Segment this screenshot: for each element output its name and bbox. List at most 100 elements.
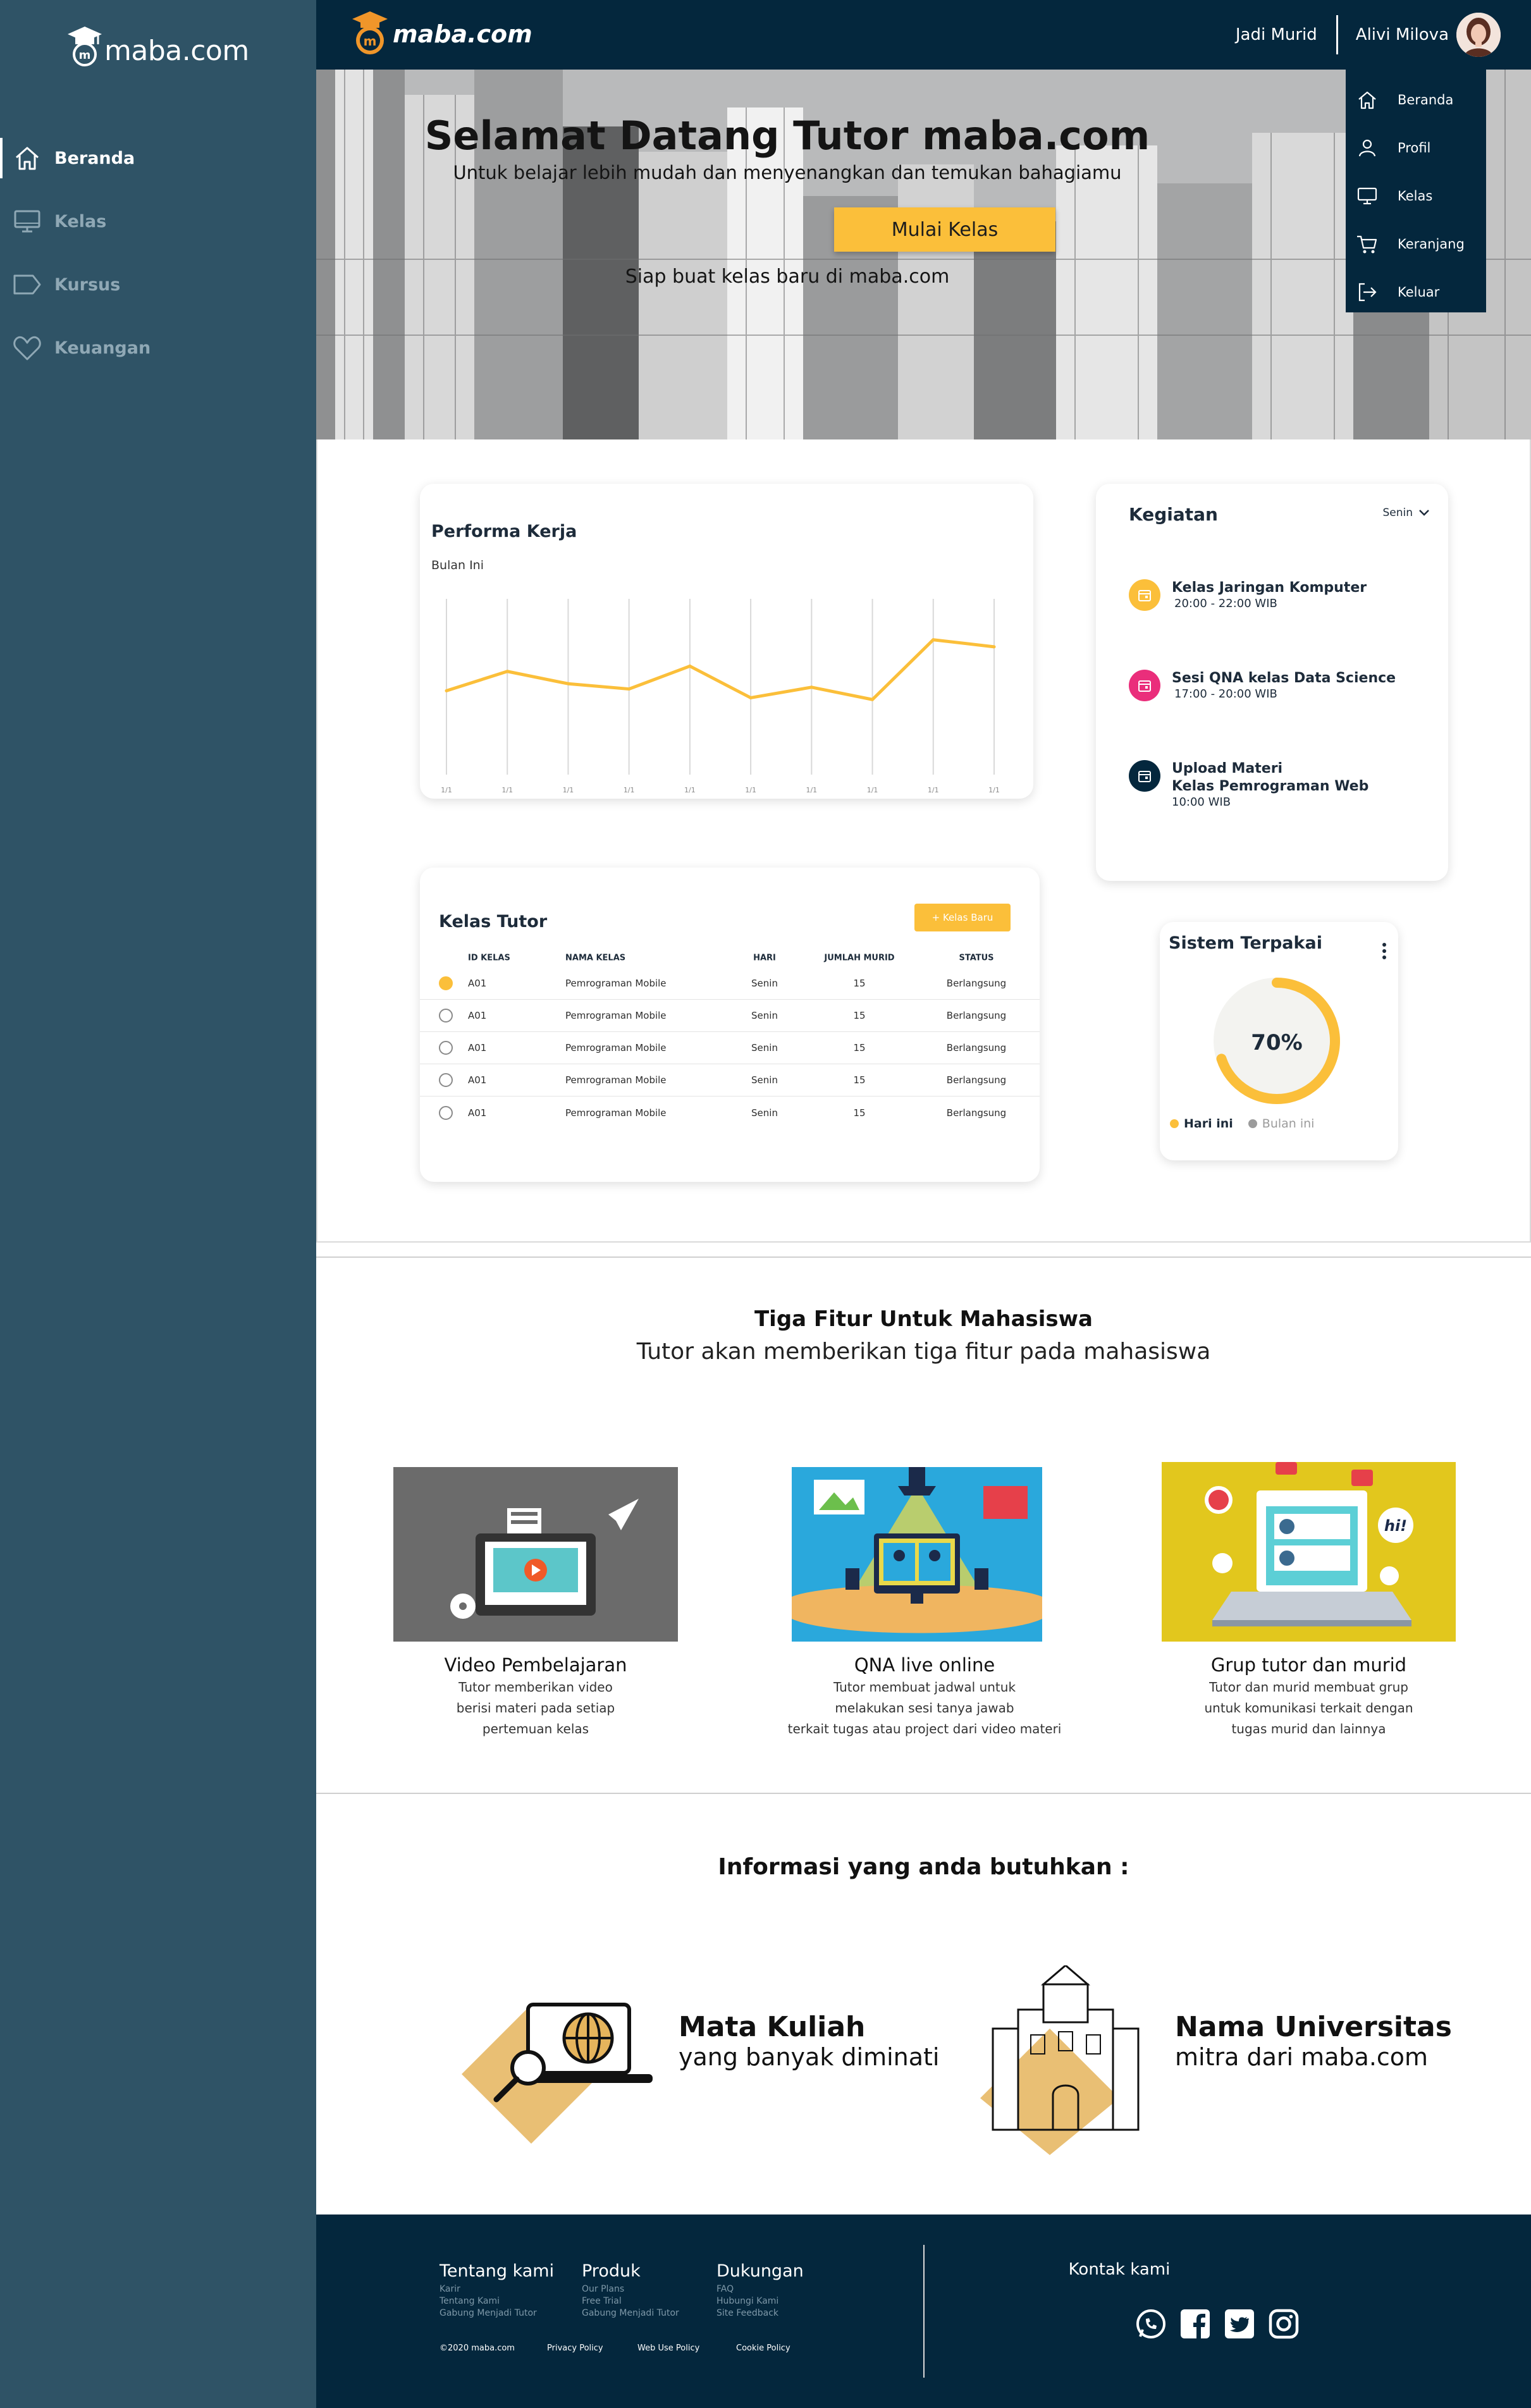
footer-link[interactable]: Hubungi Kami [716,2295,804,2307]
footer-link[interactable]: Free Trial [582,2295,679,2307]
data-point [932,638,935,642]
facebook-icon[interactable] [1179,2308,1211,2340]
sidebar-item-kelas[interactable]: Kelas [0,190,316,253]
sidebar-item-label: Kelas [54,211,107,231]
menu-item-keranjang[interactable]: Keranjang [1346,220,1486,268]
top-navbar: m maba.com Jadi Murid Alivi Milova [316,0,1531,70]
kegiatan-event[interactable]: Upload Materi Kelas Pemrograman Web 10:0… [1129,760,1368,809]
table-row[interactable]: A01 Pemrograman Mobile Senin 15 Berlangs… [420,1000,1040,1032]
footer-column-title[interactable]: Tentang kami [440,2261,554,2281]
data-point [688,664,692,668]
footer-link[interactable]: Tentang Kami [440,2295,554,2307]
x-tick-label: 1/1 [563,786,574,794]
sidebar-item-label: Beranda [54,148,135,168]
info-item-subtitle: mitra dari maba.com [1175,2043,1429,2071]
feature-grup: hi! Grup tutor dan murid Tutor dan murid… [1162,1462,1456,1738]
sidebar-item-beranda[interactable]: Beranda [0,126,316,190]
info-item-subtitle: yang banyak diminati [679,2043,940,2071]
info-item-title: Mata Kuliah [679,2011,866,2043]
day-selector-value: Senin [1382,507,1413,519]
cell-nama: Pemrograman Mobile [565,1042,667,1054]
sidebar-item-kursus[interactable]: Kursus [0,253,316,316]
sidebar-nav: Beranda Kelas Kursus Keuangan [0,126,316,379]
web-use-policy-link[interactable]: Web Use Policy [637,2344,699,2353]
sidebar: m maba.com Beranda Kelas Kursus Keuangan [0,0,316,2408]
heart-icon [13,333,42,362]
menu-item-kelas[interactable]: Kelas [1346,172,1486,220]
row-radio[interactable] [439,1041,453,1055]
table-row[interactable]: A01 Pemrograman Mobile Senin 15 Berlangs… [420,1032,1040,1064]
kegiatan-event[interactable]: Sesi QNA kelas Data Science 17:00 - 20:0… [1129,670,1396,701]
footer-link[interactable]: Gabung Menjadi Tutor [440,2307,554,2319]
menu-item-beranda[interactable]: Beranda [1346,76,1486,124]
twitter-icon[interactable] [1224,2308,1255,2340]
group-chat-illustration: hi! [1162,1462,1456,1642]
kegiatan-event[interactable]: Kelas Jaringan Komputer 20:00 - 22:00 WI… [1129,579,1367,611]
feature-title: Video Pembelajaran [444,1654,627,1676]
event-title-line2: Kelas Pemrograman Web [1172,778,1369,794]
day-selector[interactable]: Senin [1382,507,1430,519]
cookie-policy-link[interactable]: Cookie Policy [736,2344,790,2353]
table-row[interactable]: A01 Pemrograman Mobile Senin 15 Berlangs… [420,1064,1040,1096]
data-point [627,687,631,691]
footer-link[interactable]: FAQ [716,2283,804,2295]
chevron-down-icon [1419,510,1429,516]
row-radio[interactable] [439,976,453,990]
kelas-tutor-title: Kelas Tutor [439,912,548,931]
universitas-illustration [980,1965,1140,2155]
footer-column-title[interactable]: Dukungan [716,2261,804,2281]
row-radio[interactable] [439,1009,453,1023]
info-item-title: Nama Universitas [1175,2011,1452,2043]
footer-column-title[interactable]: Produk [582,2261,679,2281]
whatsapp-icon[interactable] [1135,2308,1167,2340]
jadi-murid-link[interactable]: Jadi Murid [1236,25,1317,44]
row-radio[interactable] [439,1105,453,1120]
data-point [992,645,996,649]
cell-jumlah: 15 [853,1074,866,1086]
x-tick-label: 1/1 [867,786,878,794]
instagram-icon[interactable] [1268,2308,1300,2340]
event-title: Kelas Jaringan Komputer [1172,580,1367,596]
mulai-kelas-button[interactable]: Mulai Kelas [834,207,1055,252]
footer-link[interactable]: Site Feedback [716,2307,804,2319]
table-row[interactable]: A01 Pemrograman Mobile Senin 15 Berlangs… [420,1096,1040,1129]
menu-item-label: Keluar [1398,285,1440,300]
table-row[interactable]: A01 Pemrograman Mobile Senin 15 Berlangs… [420,968,1040,1000]
sidebar-item-keuangan[interactable]: Keuangan [0,316,316,379]
calendar-icon [1129,760,1160,792]
topbar-logo[interactable]: m maba.com [351,10,532,58]
event-time: 20:00 - 22:00 WIB [1174,597,1277,610]
cell-id: A01 [468,1010,487,1021]
cell-id: A01 [468,1074,487,1086]
user-dropdown-menu: Beranda Profil Kelas Keranjang Keluar [1346,70,1486,312]
x-tick-label: 1/1 [441,786,452,794]
menu-item-keluar[interactable]: Keluar [1346,268,1486,316]
feature-desc-line: terkait tugas atau project dari video ma… [787,1721,1062,1736]
data-point [566,682,570,685]
footer-divider [923,2245,925,2378]
sidebar-item-label: Keuangan [54,338,151,358]
row-radio[interactable] [439,1073,453,1087]
feature-desc-line: berisi materi pada setiap [456,1700,615,1716]
footer-link[interactable]: Our Plans [582,2283,679,2295]
footer-link[interactable]: Gabung Menjadi Tutor [582,2307,679,2319]
hero-subtitle: Untuk belajar lebih mudah dan menyenangk… [453,162,1122,183]
user-avatar[interactable] [1456,13,1501,57]
cell-jumlah: 15 [853,1010,866,1021]
feature-video: Video Pembelajaran Tutor memberikan vide… [393,1467,678,1738]
cell-id: A01 [468,1107,487,1119]
add-kelas-button[interactable]: + Kelas Baru [914,904,1011,931]
cell-jumlah: 15 [853,978,866,989]
calendar-icon [1129,670,1160,701]
monitor-icon [1355,183,1380,209]
menu-item-profil[interactable]: Profil [1346,124,1486,172]
privacy-policy-link[interactable]: Privacy Policy [547,2344,603,2353]
svg-text:m: m [79,49,91,62]
footer-link[interactable]: Karir [440,2283,554,2295]
social-links [1135,2308,1312,2340]
column-header: JUMLAH MURID [824,953,895,963]
kelas-tutor-card: Kelas Tutor + Kelas Baru ID KELAS NAMA K… [420,868,1040,1182]
user-name[interactable]: Alivi Milova [1356,25,1449,44]
sidebar-logo[interactable]: m maba.com [66,25,249,67]
data-point [809,685,813,689]
